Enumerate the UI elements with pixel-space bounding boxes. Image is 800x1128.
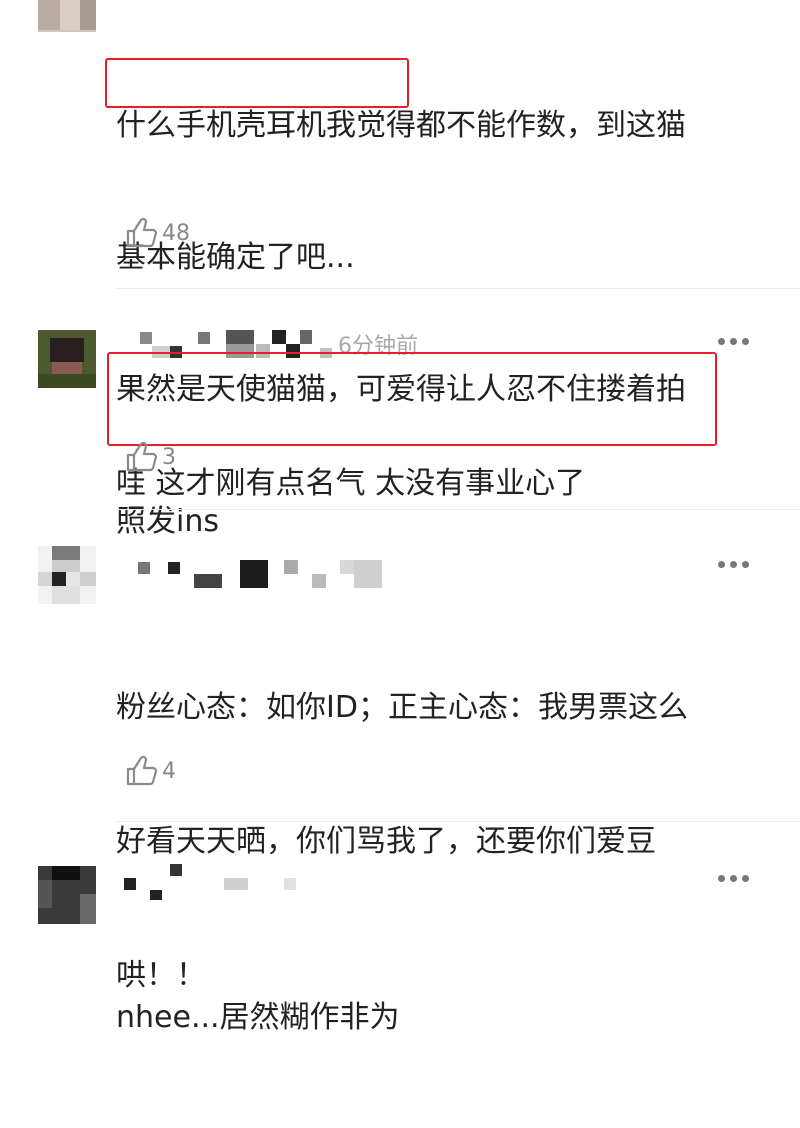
thumbs-up-icon — [126, 755, 158, 786]
thumbs-up-icon — [126, 217, 158, 248]
username-blurred[interactable] — [120, 864, 390, 900]
comment-text: nhee...居然糊作非为 — [116, 908, 756, 1128]
highlight-box — [105, 58, 409, 108]
avatar[interactable] — [38, 330, 96, 388]
more-dots-icon[interactable] — [718, 337, 750, 347]
comment-4: nhee...居然糊作非为 — [0, 822, 800, 1035]
comment-1: 什么手机壳耳机我觉得都不能作数，到这猫 基本能确定了吧... 果然是天使猫猫，可… — [0, 0, 800, 539]
comment-line: 粉丝心态：如你ID；正主心态：我男票这么 — [116, 690, 688, 725]
like-count: 48 — [162, 220, 190, 246]
username-blurred[interactable] — [120, 558, 390, 588]
comment-3: 粉丝心态：如你ID；正主心态：我男票这么 好看天天晒，你们骂我了，还要你们爱豆 … — [0, 510, 800, 993]
avatar[interactable] — [38, 0, 96, 32]
like-button[interactable]: 4 — [124, 754, 176, 788]
comment-line: 哇 这才刚有点名气 太没有事业心了 — [116, 466, 586, 501]
comment-line: 什么手机壳耳机我觉得都不能作数，到这猫 — [116, 108, 686, 143]
more-dots-icon[interactable] — [718, 874, 750, 884]
comment-2: 6分钟前 哇 这才刚有点名气 太没有事业心了 3 — [0, 290, 800, 510]
like-button[interactable]: 48 — [124, 216, 190, 250]
avatar[interactable] — [38, 866, 96, 924]
avatar[interactable] — [38, 546, 96, 604]
like-button[interactable]: 3 — [124, 440, 176, 474]
comment-line: nhee...居然糊作非为 — [116, 1000, 400, 1035]
comment-line: 基本能确定了吧... — [116, 240, 355, 275]
like-count: 4 — [162, 758, 176, 784]
more-dots-icon[interactable] — [718, 560, 750, 570]
thumbs-up-icon — [126, 441, 158, 472]
divider — [116, 288, 800, 289]
highlight-box — [107, 352, 717, 446]
like-count: 3 — [162, 444, 176, 470]
